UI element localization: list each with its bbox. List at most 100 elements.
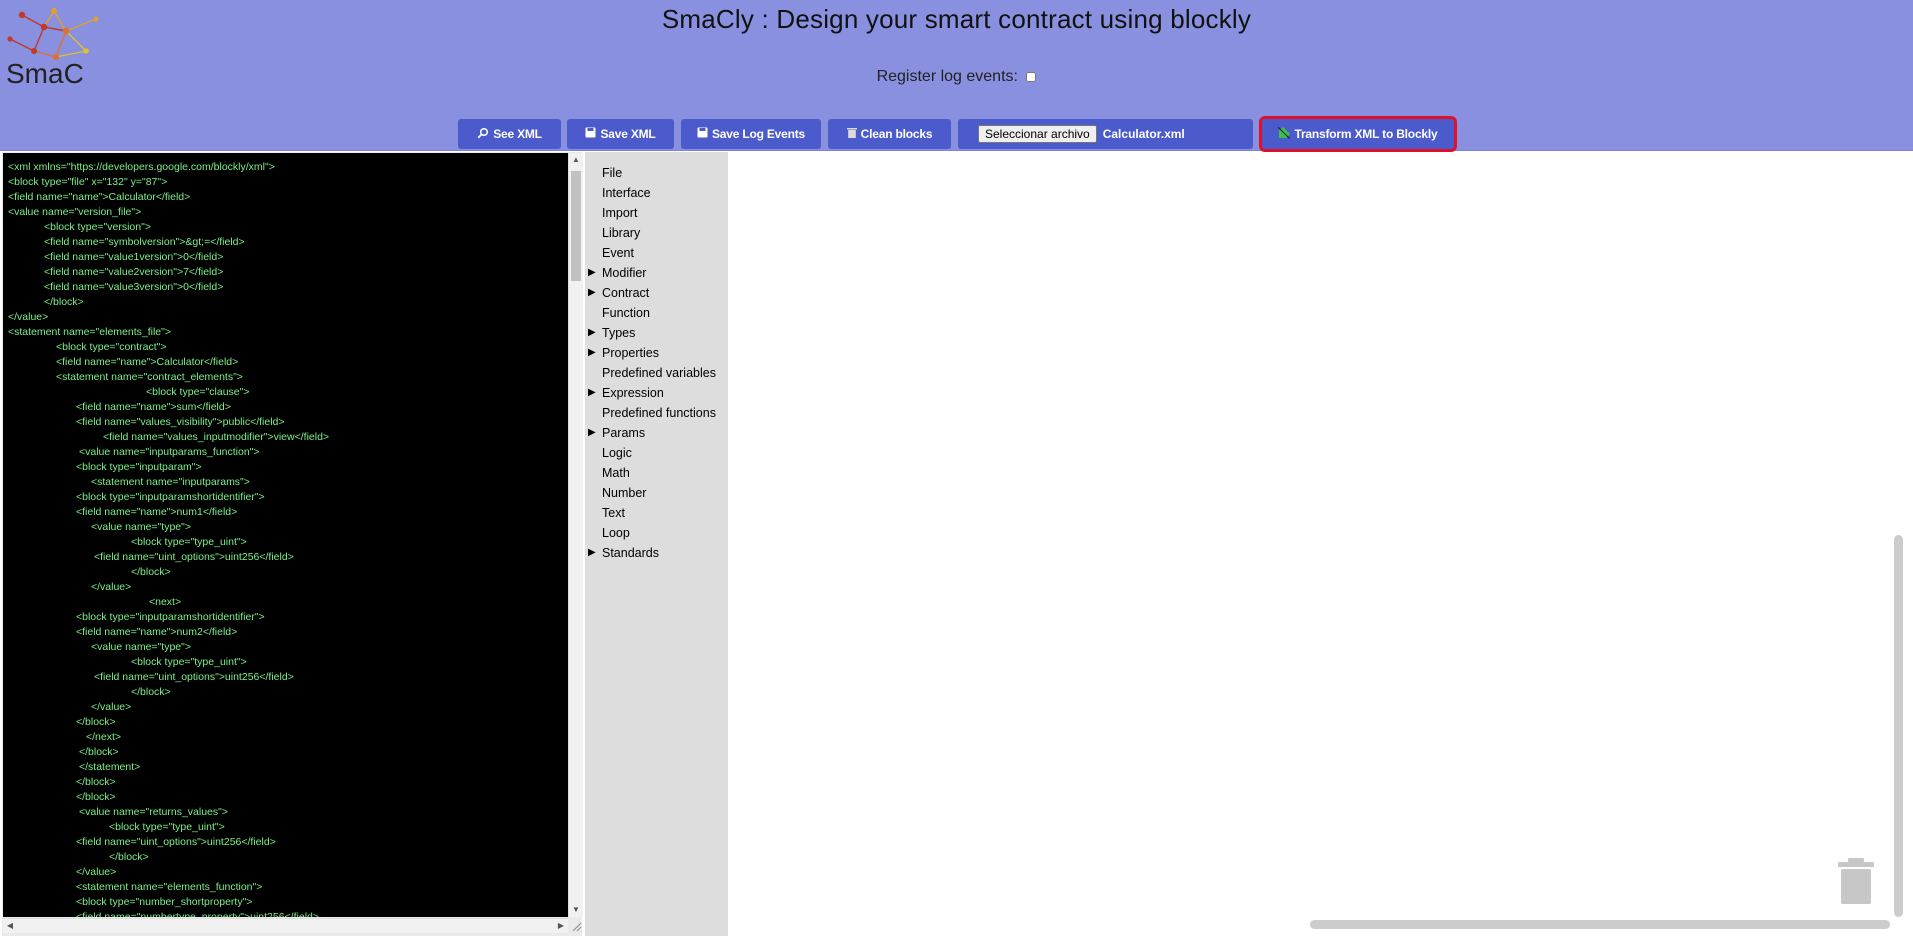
xml-line: <field name="name">Calculator</field> [8,191,191,203]
toolbox-category-number[interactable]: Number [585,483,728,503]
register-log-checkbox[interactable] [1026,71,1037,82]
xml-line: </block> [76,716,116,728]
scroll-down-icon[interactable]: ▼ [569,903,583,917]
toolbox-category-modifier[interactable]: ▶ Modifier [585,263,728,283]
puzzle-icon [1278,126,1291,142]
toolbox-category-predefined-variables[interactable]: Predefined variables [585,363,728,383]
xml-line: <value name="type"> [91,641,191,653]
expand-arrow-icon[interactable]: ▶ [588,423,596,443]
scroll-up-icon[interactable]: ▲ [569,153,583,167]
scroll-left-icon[interactable]: ◀ [3,919,17,933]
expand-arrow-icon[interactable]: ▶ [588,343,596,363]
xml-line: </block> [76,791,116,803]
xml-line: <statement name="inputparams"> [91,476,250,488]
blockly-workspace[interactable] [728,152,1913,936]
xml-line: <field name="uint_options">uint256</fiel… [94,671,294,683]
toolbox-category-label: Logic [602,446,632,460]
xml-line: <field name="uint_options">uint256</fiel… [76,836,276,848]
expand-arrow-icon[interactable]: ▶ [588,283,596,303]
xml-line: </statement> [79,761,141,773]
toolbox-category-types[interactable]: ▶ Types [585,323,728,343]
workspace-vertical-scrollbar[interactable] [1894,535,1903,917]
xml-line: <value name="type"> [91,521,191,533]
workspace-horizontal-scrollbar[interactable] [1310,920,1890,929]
toolbox-category-label: Properties [602,346,659,360]
expand-arrow-icon[interactable]: ▶ [588,543,596,563]
xml-line: <block type="version"> [44,221,151,233]
choose-file-button[interactable]: Seleccionar archivo [978,125,1097,143]
expand-arrow-icon[interactable]: ▶ [588,323,596,343]
toolbox-category-label: Text [602,506,625,520]
xml-line: <statement name="contract_elements"> [56,371,243,383]
expand-arrow-icon[interactable]: ▶ [588,263,596,283]
toolbox-category-label: Predefined functions [602,406,716,420]
xml-line: <statement name="elements_function"> [76,881,263,893]
save-log-label: Save Log Events [711,127,806,141]
xml-line: </block> [44,296,84,308]
save-icon [697,127,708,141]
xml-line: <field name="name">num2</field> [76,626,238,638]
file-input: Seleccionar archivo Calculator.xml [958,119,1253,149]
transform-xml-to-blockly-button[interactable]: Transform XML to Blockly [1259,116,1457,152]
xml-line: <value name="version_file"> [8,206,142,218]
toolbox-category-interface[interactable]: Interface [585,183,728,203]
toolbox-category-label: Params [602,426,646,440]
xml-line: <block type="inputparam"> [76,461,202,473]
blockly-toolbox: File Interface Import Library Event ▶ Modifier… [585,152,728,936]
toolbox-category-file[interactable]: File [585,163,728,183]
toolbox-category-contract[interactable]: ▶ Contract [585,283,728,303]
magnifier-icon [477,127,489,142]
xml-line: <block type="inputparamshortidentifier"> [76,491,265,503]
save-xml-button[interactable]: Save XML [567,119,674,149]
toolbox-category-library[interactable]: Library [585,223,728,243]
xml-line: <block type="file" x="132" y="87"> [8,176,168,188]
toolbox-category-loop[interactable]: Loop [585,523,728,543]
toolbox-category-properties[interactable]: ▶ Properties [585,343,728,363]
xml-line: </block> [76,776,116,788]
see-xml-label: See XML [493,127,542,141]
expand-arrow-icon[interactable]: ▶ [588,383,596,403]
toolbox-category-predefined-functions[interactable]: Predefined functions [585,403,728,423]
xml-line: <field name="name">num1</field> [76,506,238,518]
scroll-right-icon[interactable]: ▶ [554,919,568,933]
xml-line: <block type="type_uint"> [109,821,225,833]
toolbox-category-text[interactable]: Text [585,503,728,523]
xml-line: <field name="value3version">0</field> [44,281,224,293]
see-xml-button[interactable]: See XML [458,119,561,149]
toolbox-category-logic[interactable]: Logic [585,443,728,463]
xml-line: <field name="values_inputmodifier">view<… [103,431,330,443]
xml-line: <value name="inputparams_function"> [79,446,260,458]
xml-vertical-scrollbar[interactable]: ▲ ▼ [568,153,583,917]
toolbox-category-label: Event [602,246,634,260]
resize-grip-icon[interactable] [570,920,582,932]
toolbox-category-function[interactable]: Function [585,303,728,323]
scroll-thumb[interactable] [571,171,581,281]
xml-line: <block type="clause"> [146,386,250,398]
xml-line: </value> [8,311,49,323]
toolbox-category-expression[interactable]: ▶ Expression [585,383,728,403]
toolbox-category-event[interactable]: Event [585,243,728,263]
xml-line: <block type="type_uint"> [131,656,247,668]
toolbox-category-label: Expression [602,386,664,400]
toolbox-category-math[interactable]: Math [585,463,728,483]
xml-line: <block type="number_shortproperty"> [76,896,253,908]
toolbox-category-label: Contract [602,286,650,300]
trashcan-icon[interactable] [1838,858,1874,904]
toolbox-category-label: Modifier [602,266,647,280]
xml-line: <value name="returns_values"> [79,806,229,818]
toolbox-category-label: File [602,166,623,180]
clean-blocks-button[interactable]: Clean blocks [828,119,951,149]
xml-textarea[interactable]: <xml xmlns="https://developers.google.co… [3,153,568,917]
xml-horizontal-scrollbar[interactable]: ◀ ▶ [3,918,568,933]
toolbox-category-params[interactable]: ▶ Params [585,423,728,443]
toolbox-category-label: Import [602,206,638,220]
toolbox-category-label: Interface [602,186,651,200]
xml-line: </block> [131,686,171,698]
xml-line: <field name="name">sum</field> [76,401,231,413]
toolbox-category-label: Math [602,466,630,480]
save-icon [585,127,596,141]
save-log-events-button[interactable]: Save Log Events [681,119,821,149]
xml-line: <statement name="elements_file"> [8,326,172,338]
toolbox-category-import[interactable]: Import [585,203,728,223]
toolbox-category-standards[interactable]: ▶ Standards [585,543,728,563]
